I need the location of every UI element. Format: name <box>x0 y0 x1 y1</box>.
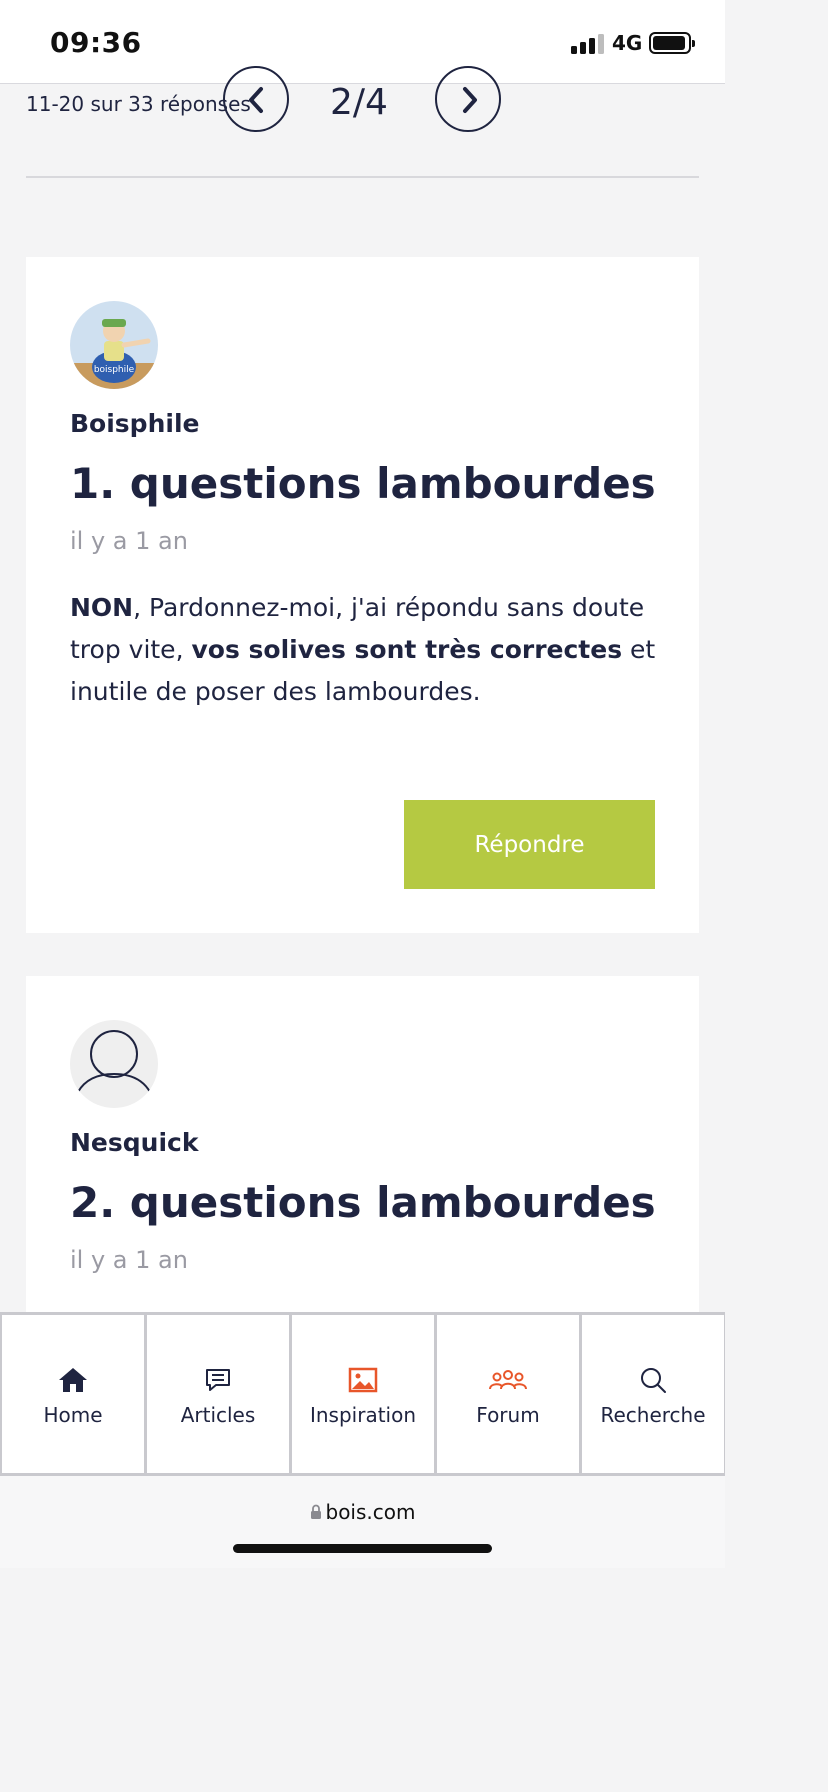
tab-label: Recherche <box>600 1403 706 1427</box>
user-icon <box>77 1030 151 1093</box>
reply-count: 11-20 sur 33 réponses <box>26 92 251 116</box>
forum-icon <box>489 1370 527 1390</box>
tab-home[interactable]: Home <box>0 1315 145 1473</box>
divider <box>26 176 699 178</box>
tab-label: Home <box>43 1403 103 1427</box>
search-icon <box>641 1368 666 1393</box>
pagination: 11-20 sur 33 réponses 2/4 <box>0 66 725 179</box>
image-icon <box>348 1367 378 1393</box>
address-bar[interactable]: bois.com <box>0 1500 725 1525</box>
post-body: NON, Pardonnez-moi, j'ai répondu sans do… <box>70 587 660 713</box>
tab-label: Forum <box>476 1403 540 1427</box>
tab-label: Articles <box>180 1403 256 1427</box>
url-text: bois.com <box>325 1500 416 1524</box>
tab-label: Inspiration <box>309 1403 417 1427</box>
post-card: boisphile Boisphile 1. questions lambour… <box>26 257 699 933</box>
page-indicator: 2/4 <box>330 82 388 123</box>
network-type: 4G <box>612 31 643 55</box>
tab-inspiration[interactable]: Inspiration <box>290 1315 435 1473</box>
post-title: 2. questions lambourdes <box>70 1178 656 1227</box>
post-title: 1. questions lambourdes <box>70 459 656 508</box>
tab-forum[interactable]: Forum <box>435 1315 580 1473</box>
home-indicator[interactable] <box>233 1544 492 1553</box>
chevron-left-icon <box>249 87 263 113</box>
next-page-button[interactable] <box>435 66 501 132</box>
avatar[interactable] <box>70 1020 158 1108</box>
avatar[interactable]: boisphile <box>70 301 158 389</box>
svg-text:boisphile: boisphile <box>94 365 135 375</box>
status-time: 09:36 <box>50 26 142 59</box>
post-timestamp: il y a 1 an <box>70 527 188 555</box>
post-timestamp: il y a 1 an <box>70 1246 188 1274</box>
signal-icon <box>571 32 605 54</box>
post-body-bold: vos solives sont très correctes <box>191 635 623 664</box>
post-body-bold: NON <box>70 593 134 622</box>
bottom-tab-bar: Home Articles Inspiration Forum Recherch… <box>0 1312 725 1476</box>
lock-icon <box>310 1504 321 1519</box>
tab-recherche[interactable]: Recherche <box>580 1315 725 1473</box>
chevron-right-icon <box>463 87 477 113</box>
browser-bar: bois.com <box>0 1476 725 1568</box>
battery-icon <box>649 32 695 54</box>
articles-icon <box>206 1369 230 1391</box>
boisphile-avatar-icon: boisphile <box>70 319 158 389</box>
home-icon <box>59 1368 87 1392</box>
post-author[interactable]: Boisphile <box>70 409 199 438</box>
previous-page-button[interactable] <box>223 66 289 132</box>
status-bar: 09:36 4G <box>0 0 725 84</box>
post-card: Nesquick 2. questions lambourdes il y a … <box>26 976 699 1316</box>
reply-button[interactable]: Répondre <box>404 800 655 889</box>
post-author[interactable]: Nesquick <box>70 1128 198 1157</box>
tab-articles[interactable]: Articles <box>145 1315 290 1473</box>
